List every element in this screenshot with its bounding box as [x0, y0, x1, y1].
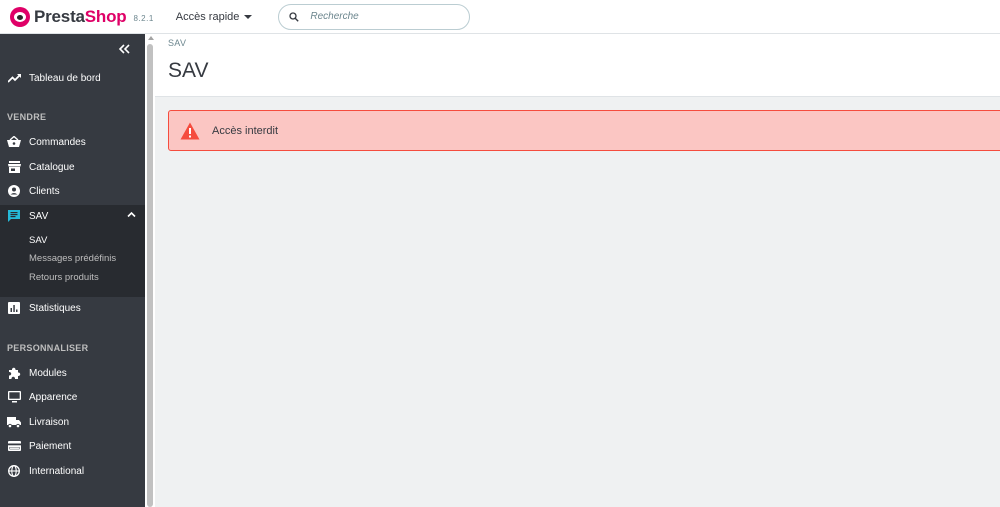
breadcrumb[interactable]: SAV — [168, 38, 186, 48]
sidebar-item-payment[interactable]: Paiement — [0, 434, 145, 458]
prestashop-logo-icon — [10, 6, 30, 27]
sidebar-item-label: Paiement — [29, 440, 72, 452]
sidebar-item-dashboard[interactable]: Tableau de bord — [0, 66, 145, 90]
sidebar-item-international[interactable]: International — [0, 459, 145, 483]
globe-icon — [7, 464, 21, 478]
sidebar-item-shipping[interactable]: Livraison — [0, 410, 145, 434]
caret-down-icon — [244, 14, 253, 19]
search-box[interactable] — [278, 3, 471, 30]
sidebar-scrollbar-thumb[interactable] — [147, 44, 153, 507]
sidebar-item-label: Commandes — [29, 136, 86, 148]
sidebar-item-modules[interactable]: Modules — [0, 361, 145, 385]
sidebar-item-orders[interactable]: Commandes — [0, 130, 145, 154]
sidebar-subitem-sav[interactable]: SAV — [29, 235, 47, 246]
sidebar-item-customers[interactable]: Clients — [0, 179, 145, 203]
error-alert: Accès interdit — [168, 110, 1000, 151]
sidebar-item-catalog[interactable]: Catalogue — [0, 155, 145, 179]
store-icon — [7, 160, 21, 174]
sidebar-subitem-predefined-messages[interactable]: Messages prédéfinis — [29, 253, 116, 264]
bar-chart-icon — [7, 301, 21, 315]
page-title: SAV — [168, 59, 209, 82]
warning-icon — [180, 122, 200, 139]
account-circle-icon — [7, 184, 21, 198]
top-header: PrestaShop 8.2.1 Accès rapide — [0, 0, 1000, 34]
credit-card-icon — [7, 439, 21, 453]
sidebar-item-label: Clients — [29, 185, 60, 197]
quick-access-label: Accès rapide — [175, 10, 240, 23]
section-title-sell: VENDRE — [7, 112, 47, 122]
sidebar-subitem-product-returns[interactable]: Retours produits — [29, 272, 99, 283]
search-icon — [289, 11, 300, 22]
sidebar-item-label: Modules — [29, 367, 67, 379]
sidebar-item-label: Catalogue — [29, 161, 75, 173]
trending-up-icon — [7, 71, 21, 85]
quick-access-dropdown[interactable]: Accès rapide — [176, 11, 253, 23]
sidebar-item-sav[interactable]: SAV — [0, 204, 145, 228]
sidebar-item-design[interactable]: Apparence — [0, 385, 145, 409]
version-label: 8.2.1 — [133, 13, 154, 23]
prestashop-logo[interactable]: PrestaShop — [10, 6, 127, 27]
search-input[interactable] — [310, 11, 461, 22]
page-header: SAV SAV — [155, 34, 1000, 97]
puzzle-icon — [7, 366, 21, 380]
shopping-basket-icon — [7, 135, 21, 149]
sidebar-item-label: Tableau de bord — [29, 72, 101, 84]
desktop-icon — [7, 390, 21, 404]
truck-icon — [7, 415, 21, 429]
alert-message: Accès interdit — [212, 124, 279, 137]
sidebar-item-label: International — [29, 465, 85, 477]
sidebar: Tableau de bord VENDRE Commandes Catalog… — [0, 34, 145, 507]
chat-icon — [7, 209, 21, 223]
sidebar-item-label: Apparence — [29, 391, 78, 403]
sidebar-item-label: SAV — [29, 210, 49, 222]
collapse-sidebar-icon[interactable] — [117, 42, 131, 56]
scroll-up-arrow-icon[interactable] — [148, 36, 154, 40]
chevron-up-icon[interactable] — [127, 210, 136, 219]
brand-name: PrestaShop — [34, 6, 127, 26]
section-title-customize: PERSONNALISER — [7, 343, 89, 353]
sidebar-item-label: Livraison — [29, 416, 70, 428]
sidebar-item-stats[interactable]: Statistiques — [0, 296, 145, 320]
sidebar-item-label: Statistiques — [29, 302, 81, 314]
